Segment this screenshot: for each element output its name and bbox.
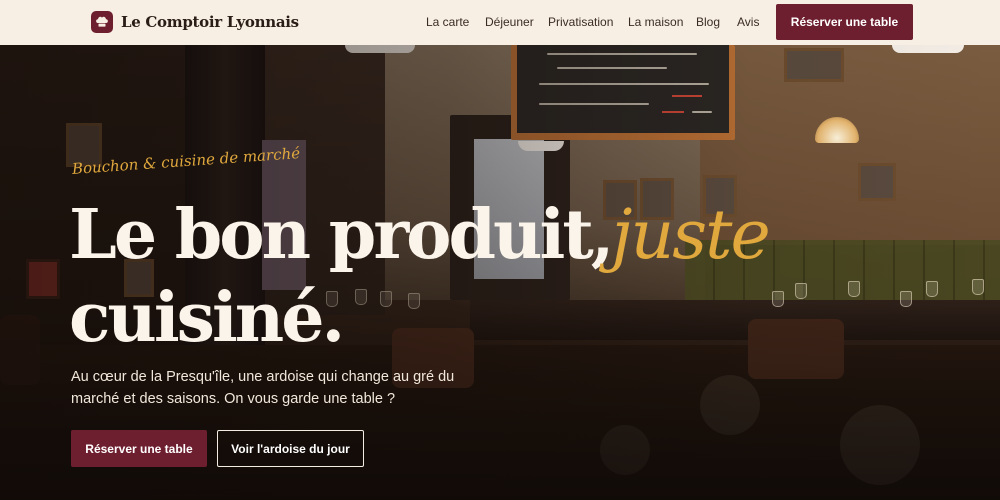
hero-title-line1: Le bon produit, xyxy=(69,195,614,275)
nav-link-dejeuner[interactable]: Déjeuner xyxy=(485,15,534,29)
brand-logo[interactable]: Le Comptoir Lyonnais xyxy=(91,11,299,33)
chef-hat-icon xyxy=(91,11,113,33)
nav-link-la-maison[interactable]: La maison xyxy=(628,15,683,29)
hero-description: Au cœur de la Presqu'île, une ardoise qu… xyxy=(71,369,455,407)
nav-link-blog[interactable]: Blog xyxy=(696,15,720,29)
hero-title-accent: juste xyxy=(611,196,770,275)
site-header: Le Comptoir Lyonnais La carte Déjeuner P… xyxy=(0,0,1000,45)
nav-link-avis[interactable]: Avis xyxy=(737,15,759,29)
brand-name: Le Comptoir Lyonnais xyxy=(121,13,299,31)
header-reserve-button[interactable]: Réserver une table xyxy=(776,4,913,40)
nav-link-la-carte[interactable]: La carte xyxy=(426,15,469,29)
hero-title: Le bon produit,juste cuisiné. xyxy=(69,194,771,359)
nav-link-privatisation[interactable]: Privatisation xyxy=(548,15,613,29)
hero-reserve-button[interactable]: Réserver une table xyxy=(71,430,207,467)
hero-view-menu-button[interactable]: Voir l'ardoise du jour xyxy=(217,430,364,467)
hero-title-line2: cuisiné. xyxy=(69,278,345,358)
